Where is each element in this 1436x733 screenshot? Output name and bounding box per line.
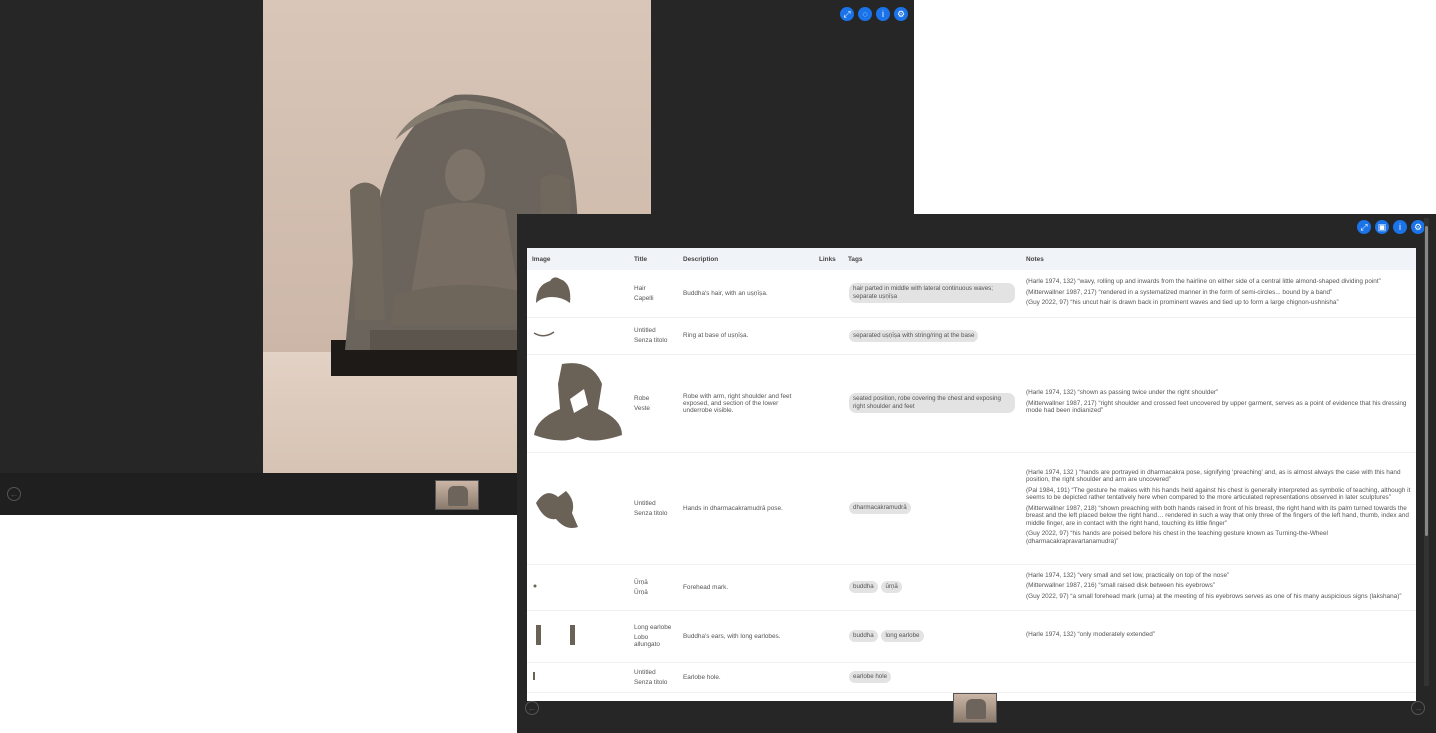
row-links bbox=[814, 610, 843, 663]
row-links bbox=[814, 564, 843, 611]
row-image bbox=[527, 610, 629, 663]
viewer-toolbar: ⤢ ◌ i ⚙ bbox=[840, 7, 908, 21]
info-icon[interactable]: i bbox=[1393, 220, 1407, 234]
row-image bbox=[527, 452, 629, 565]
annotation-table-panel: Image Title Description Links Tags Notes… bbox=[527, 248, 1416, 701]
table-row[interactable]: Robe Veste Robe with arm, right shoulder … bbox=[527, 354, 1416, 453]
row-image bbox=[527, 317, 629, 355]
row-description: Forehead mark. bbox=[678, 564, 814, 611]
row-tags: separated uṣṇīṣa with string/ring at the… bbox=[843, 317, 1021, 355]
table-row[interactable]: Untitled Senza titolo Earlobe hole. earlo… bbox=[527, 662, 1416, 693]
row-title: Untitled Senza titolo bbox=[629, 452, 678, 565]
table-row[interactable]: Untitled Senza titolo Ring at base of uṣṇ… bbox=[527, 317, 1416, 355]
table-row[interactable]: Untitled Senza titolo Hands in dharmacakr… bbox=[527, 452, 1416, 565]
row-tags: earlobe hole bbox=[843, 662, 1021, 693]
hands-crop-image bbox=[536, 491, 578, 528]
tag[interactable]: ūrṇā bbox=[881, 581, 902, 593]
tag[interactable]: earlobe hole bbox=[849, 671, 892, 683]
row-notes bbox=[1021, 662, 1416, 693]
table-row[interactable]: Hair Capelli Buddha's hair, with an uṣṇīṣ… bbox=[527, 270, 1416, 318]
row-tags: buddha ūrṇā bbox=[843, 564, 1021, 611]
column-header: Title bbox=[629, 248, 678, 270]
row-links bbox=[814, 662, 843, 693]
row-links bbox=[814, 317, 843, 355]
arrow-right-icon[interactable]: → bbox=[1411, 701, 1425, 715]
thumbnail[interactable] bbox=[953, 693, 997, 723]
row-title: Untitled Senza titolo bbox=[629, 662, 678, 693]
arrow-left-icon[interactable]: ← bbox=[7, 487, 21, 501]
row-links bbox=[814, 354, 843, 453]
earlobe-crop-image bbox=[536, 625, 575, 645]
row-image bbox=[527, 564, 629, 611]
row-description: Buddha's ears, with long earlobes. bbox=[678, 610, 814, 663]
tag[interactable]: dharmacakramudrā bbox=[849, 502, 911, 514]
row-description: Buddha's hair, with an uṣṇīṣa. bbox=[678, 270, 814, 318]
gallery-icon[interactable]: ▣ bbox=[1375, 220, 1389, 234]
table-header: Image Title Description Links Tags Notes bbox=[527, 248, 1416, 270]
tag[interactable]: buddha bbox=[849, 581, 878, 593]
tag[interactable]: separated uṣṇīṣa with string/ring at the… bbox=[849, 329, 979, 342]
scrollbar-thumb[interactable] bbox=[1425, 226, 1428, 536]
tag[interactable]: seated position, robe covering the chest… bbox=[849, 393, 1015, 413]
settings-icon[interactable]: ⚙ bbox=[1411, 220, 1425, 234]
column-header: Description bbox=[678, 248, 814, 270]
info-icon[interactable]: i bbox=[876, 7, 890, 21]
ring-crop-image bbox=[533, 330, 555, 336]
fullscreen-icon[interactable]: ⤢ bbox=[840, 7, 854, 21]
row-tags: seated position, robe covering the chest… bbox=[843, 354, 1021, 453]
row-title: Robe Veste bbox=[629, 354, 678, 453]
row-title: Untitled Senza titolo bbox=[629, 317, 678, 355]
row-links bbox=[814, 452, 843, 565]
earlobe-hole-crop-image bbox=[533, 672, 535, 680]
row-tags: buddha long earlobe bbox=[843, 610, 1021, 663]
thumbnail[interactable] bbox=[435, 480, 479, 510]
row-description: Earlobe hole. bbox=[678, 662, 814, 693]
tag[interactable]: long earlobe bbox=[881, 630, 924, 642]
row-image bbox=[527, 662, 629, 693]
urna-crop-image bbox=[533, 584, 537, 588]
annotation-viewer: ⤢ ▣ i ⚙ Image Title Description Links Ta… bbox=[517, 214, 1436, 733]
table-row[interactable]: Ūrṇā Ūrṇā Forehead mark. buddha ūrṇā (Har… bbox=[527, 564, 1416, 611]
row-description: Hands in dharmacakramudrā pose. bbox=[678, 452, 814, 565]
column-header: Tags bbox=[843, 248, 1021, 270]
row-links bbox=[814, 270, 843, 318]
row-notes bbox=[1021, 317, 1416, 355]
hair-crop-image bbox=[536, 277, 571, 304]
column-header: Image bbox=[527, 248, 629, 270]
annotation-table: Image Title Description Links Tags Notes… bbox=[527, 248, 1416, 693]
row-description: Ring at base of uṣṇīṣa. bbox=[678, 317, 814, 355]
row-image bbox=[527, 270, 629, 318]
annotation-toolbar: ⤢ ▣ i ⚙ bbox=[1357, 220, 1425, 234]
robe-crop-image bbox=[534, 363, 622, 441]
row-notes: (Harle 1974, 132 ) “hands are portrayed … bbox=[1021, 452, 1416, 565]
settings-icon[interactable]: ⚙ bbox=[894, 7, 908, 21]
table-row[interactable]: Long earlobe Lobo allungato Buddha's ears… bbox=[527, 610, 1416, 663]
comment-icon[interactable]: ◌ bbox=[858, 7, 872, 21]
row-title: Hair Capelli bbox=[629, 270, 678, 318]
row-image bbox=[527, 354, 629, 453]
row-description: Robe with arm, right shoulder and feet e… bbox=[678, 354, 814, 453]
row-notes: (Harle 1974, 132) “only moderately exten… bbox=[1021, 610, 1416, 663]
column-header: Links bbox=[814, 248, 843, 270]
column-header: Notes bbox=[1021, 248, 1416, 270]
row-notes: (Harle 1974, 132) “shown as passing twic… bbox=[1021, 354, 1416, 453]
row-tags: hair parted in middle with lateral conti… bbox=[843, 270, 1021, 318]
row-title: Long earlobe Lobo allungato bbox=[629, 610, 678, 663]
row-title: Ūrṇā Ūrṇā bbox=[629, 564, 678, 611]
tag[interactable]: buddha bbox=[849, 630, 878, 642]
row-notes: (Harle 1974, 132) “very small and set lo… bbox=[1021, 564, 1416, 611]
tag[interactable]: hair parted in middle with lateral conti… bbox=[849, 283, 1015, 304]
row-notes: (Harle 1974, 132) “wavy, rolling up and … bbox=[1021, 270, 1416, 318]
row-tags: dharmacakramudrā bbox=[843, 452, 1021, 565]
arrow-left-icon[interactable]: ← bbox=[525, 701, 539, 715]
fullscreen-icon[interactable]: ⤢ bbox=[1357, 220, 1371, 234]
